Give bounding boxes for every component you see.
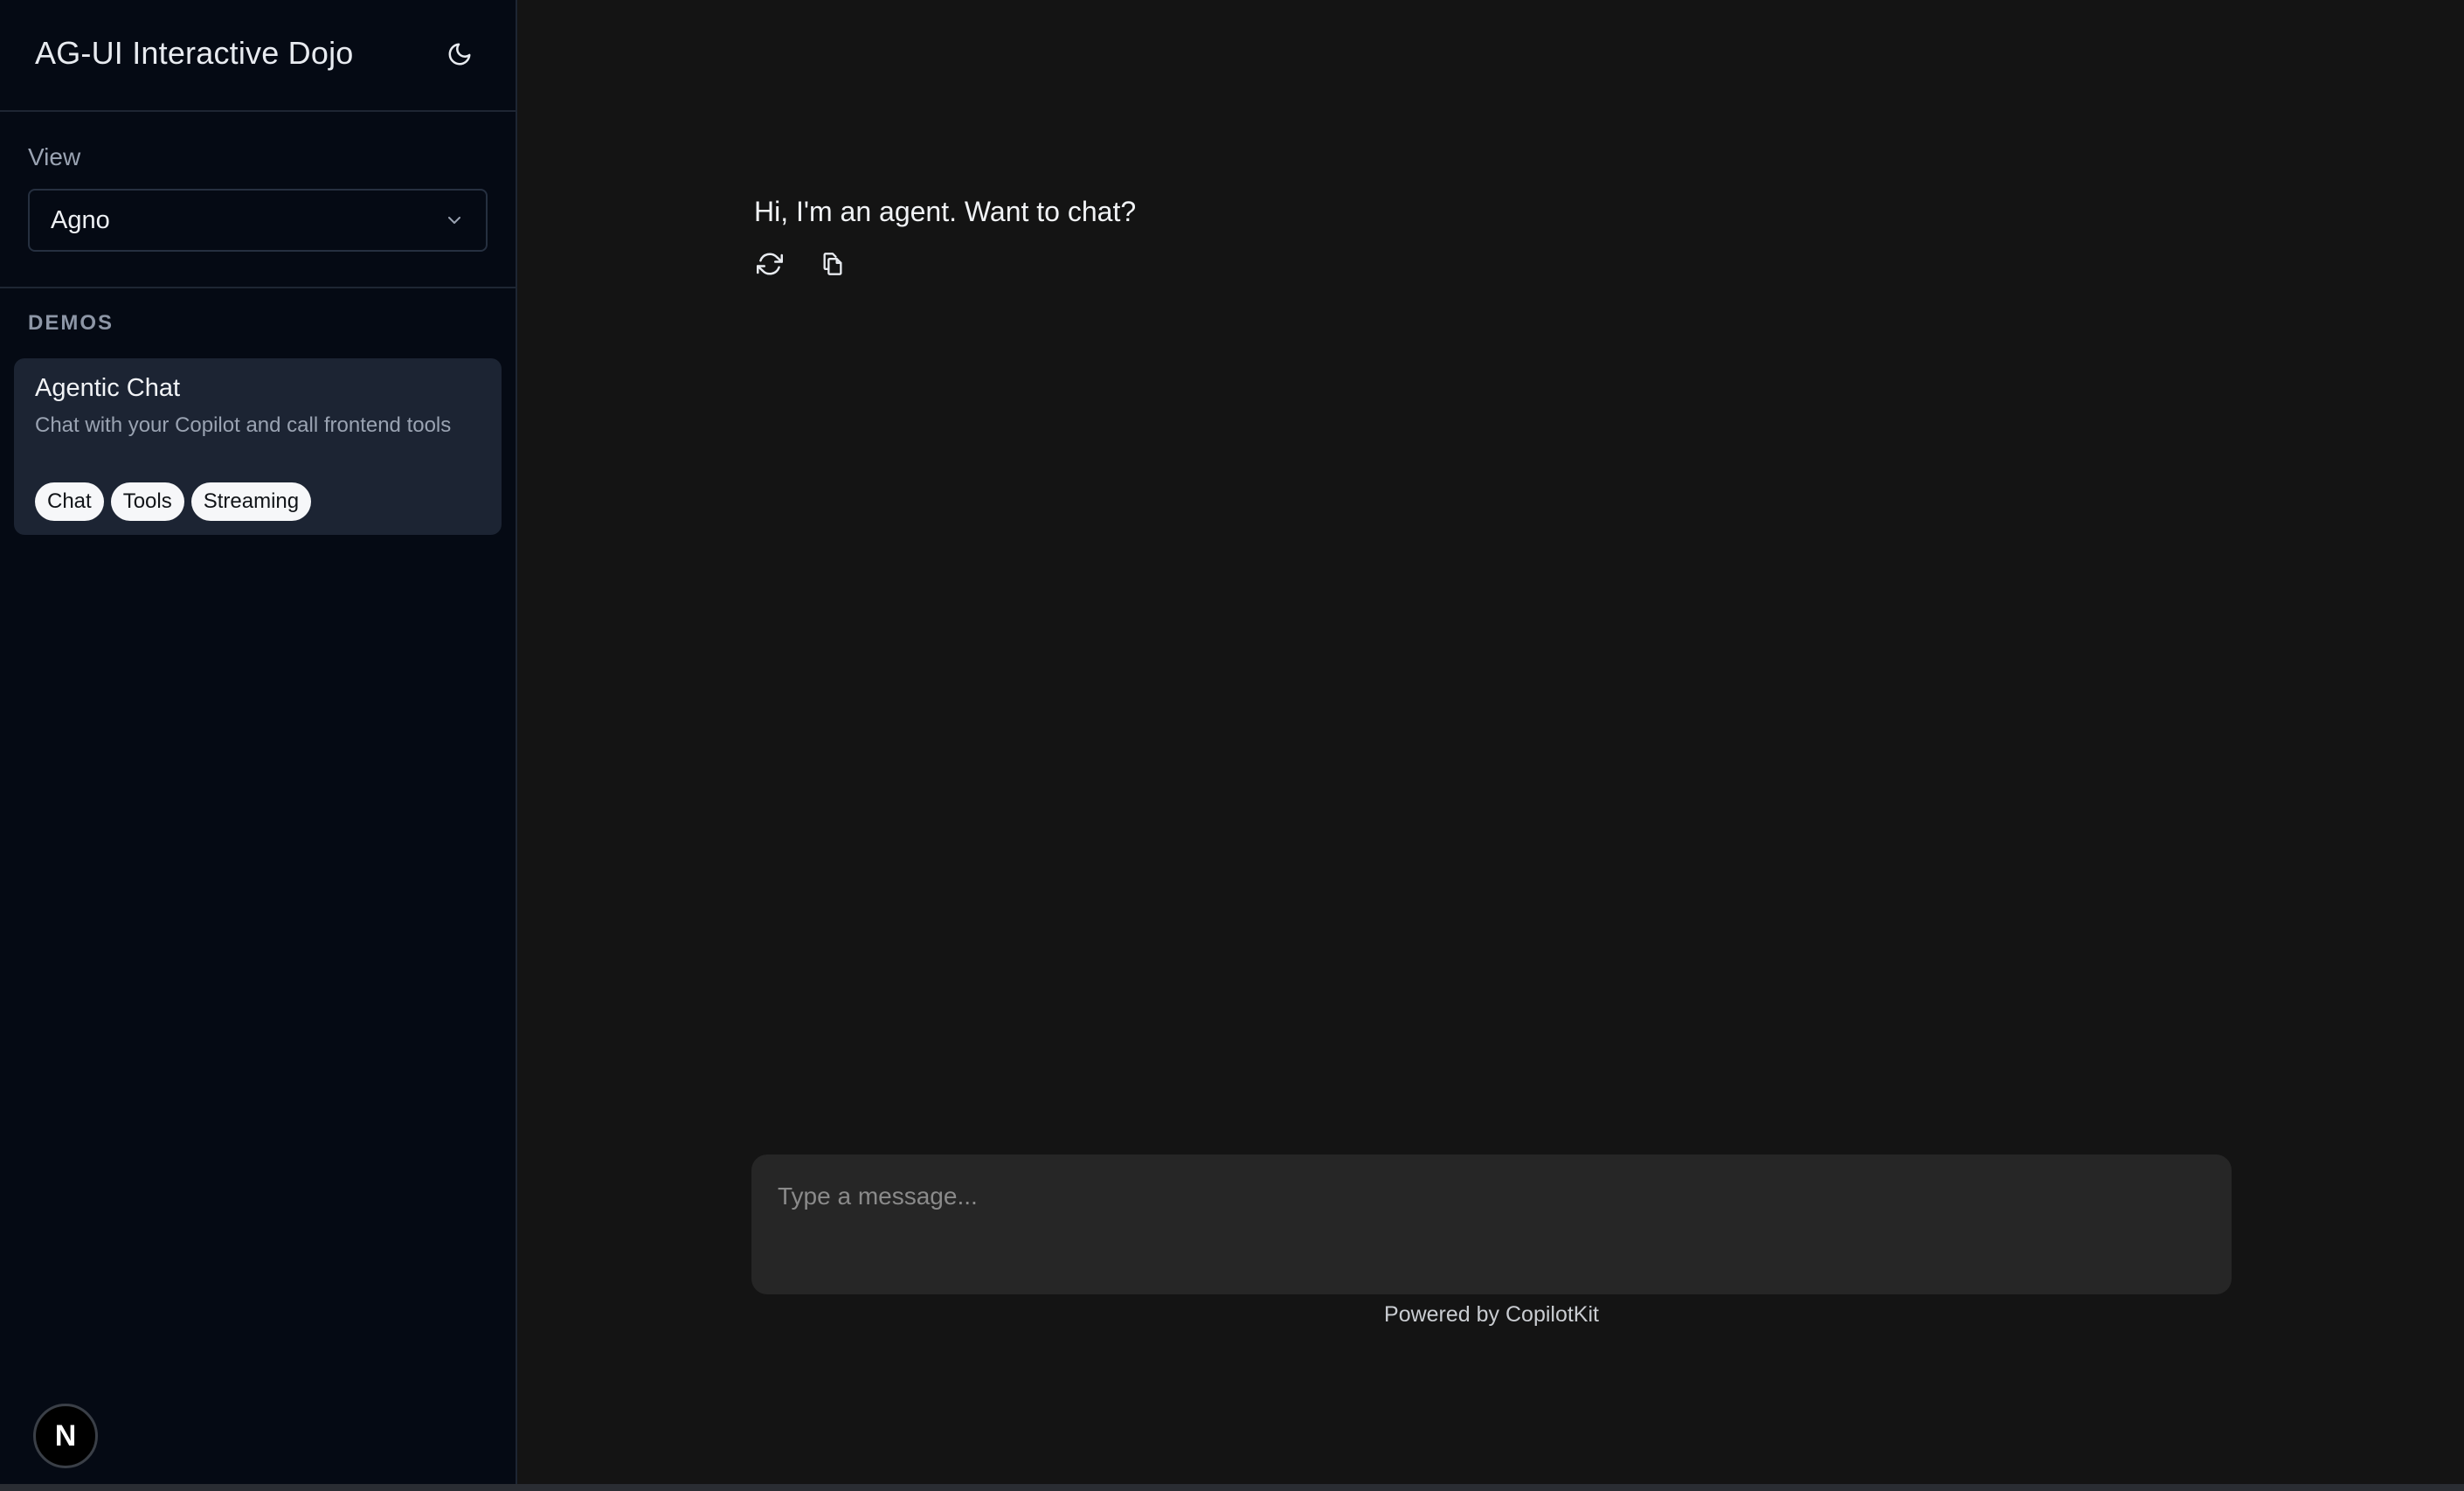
tag-chat: Chat [35, 482, 104, 521]
demo-description: Chat with your Copilot and call frontend… [35, 413, 452, 437]
bottom-edge [0, 1484, 2464, 1491]
message-input[interactable] [751, 1155, 2232, 1294]
theme-toggle-button[interactable] [442, 35, 477, 73]
view-select-value: Agno [51, 206, 110, 234]
demos-heading: DEMOS [28, 311, 114, 335]
chevron-down-icon [448, 217, 460, 224]
view-section: View Agno [0, 112, 516, 288]
demo-title: Agentic Chat [35, 374, 181, 402]
demo-tags: Chat Tools Streaming [35, 482, 312, 521]
demo-card-agentic-chat[interactable]: Agentic Chat Chat with your Copilot and … [14, 358, 502, 535]
app-title: AG-UI Interactive Dojo [35, 35, 354, 71]
view-label: View [28, 143, 81, 170]
assistant-message: Hi, I'm an agent. Want to chat? [754, 196, 1137, 227]
badge-letter: N [54, 1418, 77, 1453]
sidebar: AG-UI Interactive Dojo View Agno DEMOS A… [0, 0, 517, 1484]
nextjs-dev-badge[interactable]: N [33, 1404, 98, 1468]
tag-streaming: Streaming [190, 482, 312, 521]
regenerate-button[interactable] [754, 248, 786, 280]
regenerate-icon [757, 253, 783, 275]
copy-button[interactable] [817, 248, 848, 280]
message-composer [751, 1155, 2232, 1294]
sidebar-header: AG-UI Interactive Dojo [0, 0, 516, 112]
tag-tools: Tools [110, 482, 184, 521]
view-select[interactable]: Agno [28, 189, 488, 252]
powered-by-footer: Powered by CopilotKit [1384, 1302, 1599, 1327]
copy-icon [823, 253, 842, 275]
moon-icon [448, 43, 471, 66]
message-actions [754, 248, 848, 280]
app-root: AG-UI Interactive Dojo View Agno DEMOS A… [0, 0, 2464, 1491]
